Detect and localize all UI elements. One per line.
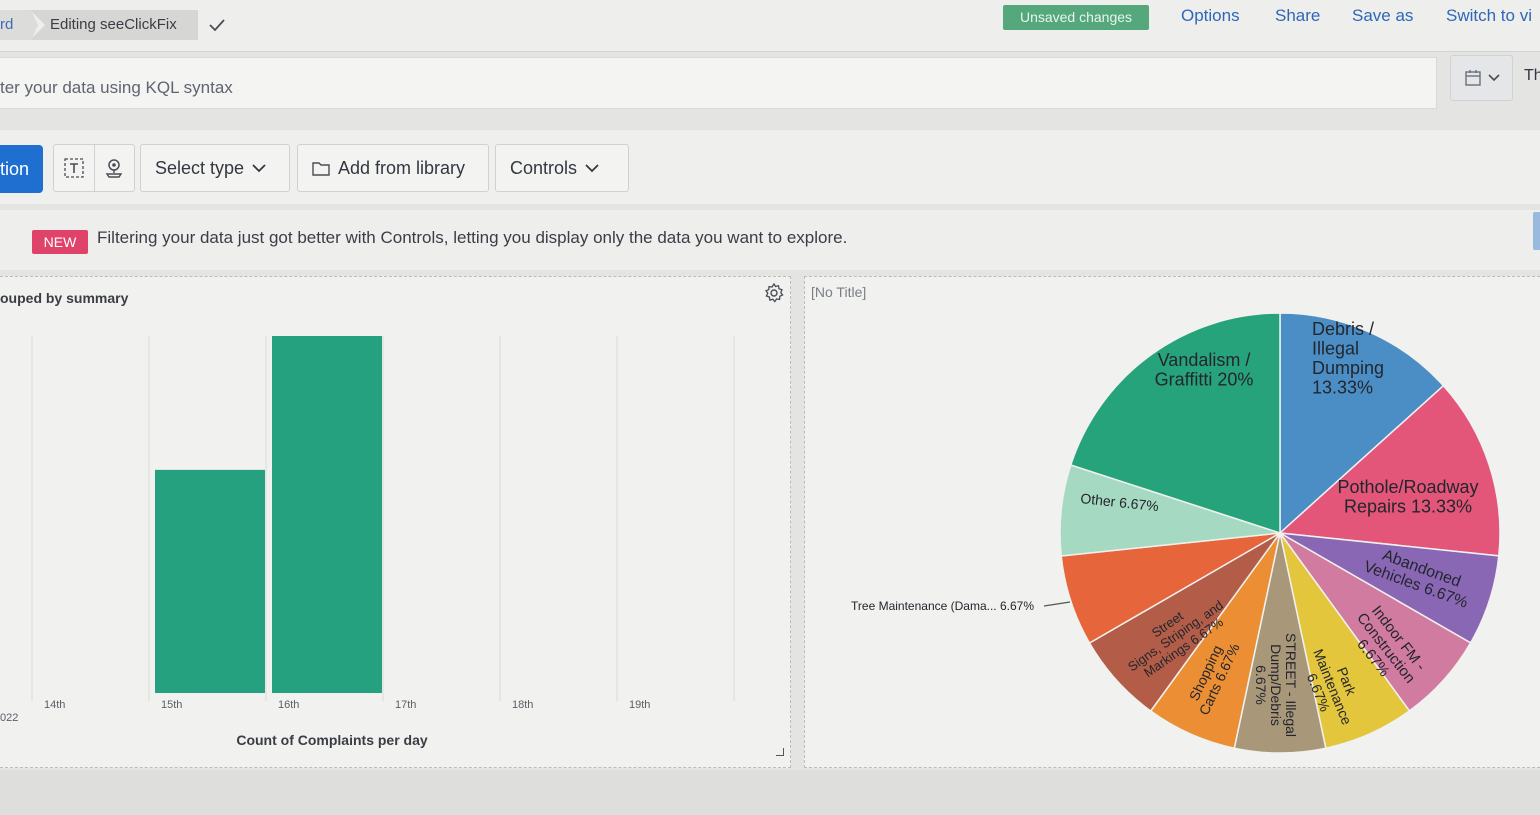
- map-pin-icon: [105, 159, 123, 178]
- add-map-button[interactable]: [93, 145, 135, 191]
- chevron-down-icon: [585, 163, 599, 172]
- x-tick-label: 16th: [278, 699, 299, 711]
- select-type-button[interactable]: Select type: [140, 144, 290, 192]
- controls-button[interactable]: Controls: [495, 144, 629, 192]
- pie-label-line: Debris /: [1312, 319, 1374, 339]
- confirm-title-button[interactable]: [205, 14, 229, 36]
- pie-label-line: Dump/Debris: [1268, 644, 1284, 726]
- chevron-down-icon: [252, 163, 266, 172]
- options-link[interactable]: Options: [1181, 5, 1240, 27]
- pie-label-line: STREET - Illegal: [1283, 633, 1299, 737]
- callout-dismiss-edge[interactable]: [1533, 212, 1540, 250]
- x-tick-label: 14th: [44, 699, 65, 711]
- calendar-icon: [1464, 70, 1481, 86]
- controls-label: Controls: [510, 157, 578, 178]
- pie-slice-label: Vandalism / Graffitti 20%: [1155, 350, 1254, 389]
- share-link[interactable]: Share: [1275, 5, 1320, 27]
- x-axis-ticks: 14th 15th 16th 17th 18th 19th: [44, 699, 650, 711]
- x-tick-label: 17th: [395, 699, 416, 711]
- select-type-label: Select type: [155, 157, 245, 178]
- text-icon: [64, 158, 84, 178]
- pie-label-line: Pothole/Roadway: [1337, 477, 1478, 497]
- x-tick-label: 18th: [512, 699, 533, 711]
- dashboard-bottom: [0, 770, 1540, 815]
- breadcrumb-previous[interactable]: rd: [0, 10, 38, 40]
- x-tick-label: 15th: [161, 699, 182, 711]
- callout-message: Filtering your data just got better with…: [97, 228, 848, 247]
- checkmark-icon: [209, 19, 225, 32]
- bar-series: [155, 336, 382, 693]
- pie-leader-line: [1043, 601, 1071, 607]
- pie-label-line: Vandalism /: [1158, 350, 1251, 370]
- x-tick-label: 19th: [629, 699, 650, 711]
- pie-label-line: Repairs 13.33%: [1344, 496, 1472, 516]
- create-visualization-button[interactable]: tion: [0, 145, 43, 193]
- add-from-library-label: Add from library: [338, 157, 466, 178]
- pie-label-line: Graffitti 20%: [1155, 369, 1254, 389]
- add-from-library-button[interactable]: Add from library: [297, 144, 489, 192]
- chart-gridlines: [31, 336, 735, 701]
- add-text-button[interactable]: [54, 145, 94, 191]
- date-range-text[interactable]: Th: [1524, 67, 1540, 85]
- date-picker-button[interactable]: [1450, 55, 1513, 101]
- new-badge: NEW: [32, 230, 88, 254]
- bar-16th[interactable]: [272, 336, 382, 693]
- x-axis-year-label: 022: [0, 712, 18, 724]
- breadcrumb-current: Editing seeClickFix: [30, 10, 198, 40]
- chevron-down-icon: [1487, 74, 1500, 82]
- pie-label-line: 6.67%: [1253, 665, 1269, 705]
- bar-15th[interactable]: [155, 469, 265, 693]
- folder-icon: [312, 162, 330, 176]
- bar-chart: 14th 15th 16th 17th 18th 19th 022 Count of Co…: [0, 336, 735, 748]
- pie-label-line: Dumping: [1312, 358, 1384, 378]
- pie-slice-label: Pothole/Roadway Repairs 13.33%: [1337, 477, 1478, 516]
- pie-slice-label: Tree Maintenance (Dama... 6.67%: [851, 599, 1034, 613]
- pie-label-line: 13.33%: [1312, 377, 1373, 397]
- pie-label-line: Illegal: [1312, 338, 1359, 358]
- unsaved-changes-badge: Unsaved changes: [1003, 5, 1149, 30]
- save-as-link[interactable]: Save as: [1352, 5, 1413, 27]
- switch-to-view-link[interactable]: Switch to vi: [1446, 5, 1532, 27]
- pie-chart: Debris / Illegal Dumping 13.33% Pothole/Road…: [851, 312, 1501, 754]
- quick-create-group: [53, 144, 135, 192]
- x-axis-title: Count of Complaints per day: [236, 732, 428, 748]
- kql-search-input[interactable]: ter your data using KQL syntax: [0, 78, 233, 98]
